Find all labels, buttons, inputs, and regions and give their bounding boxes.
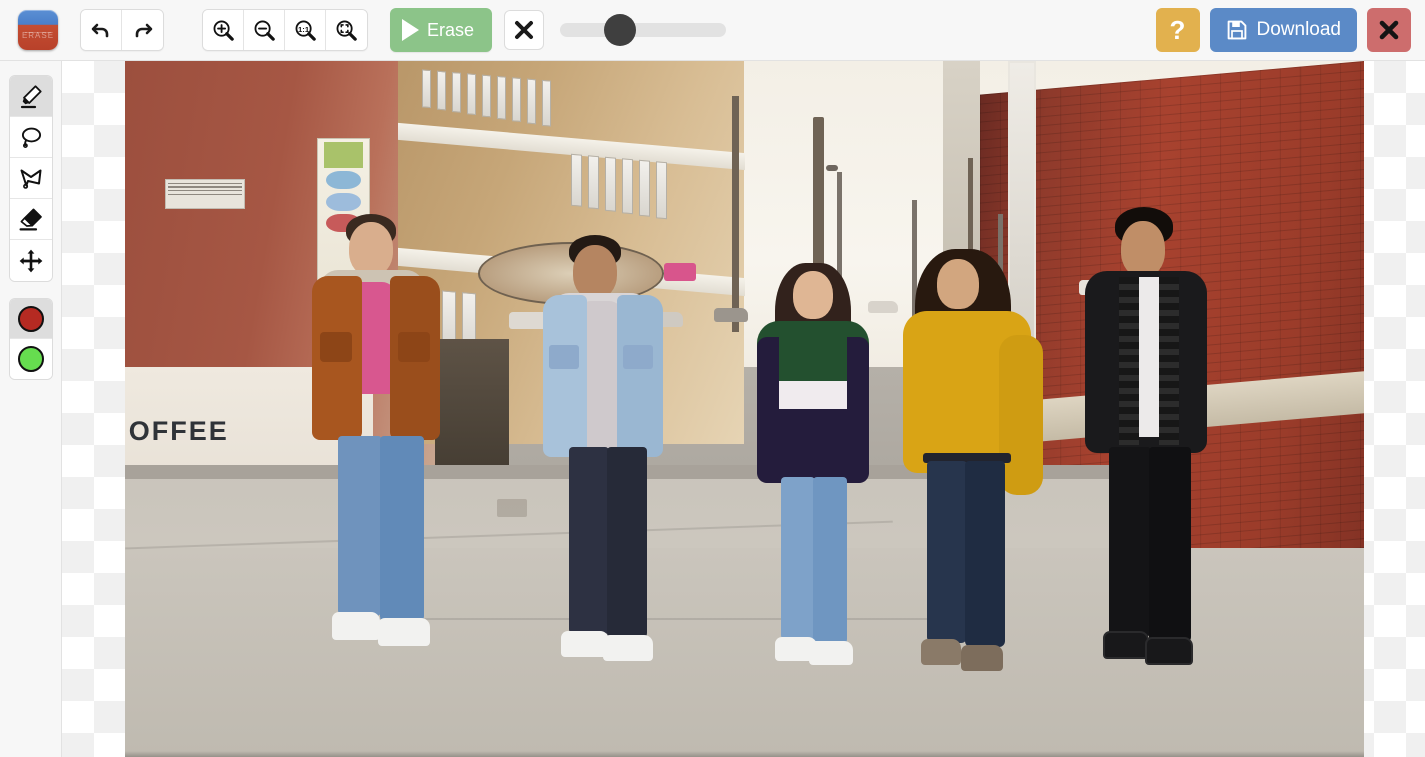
coffee-wall-sign: OFFEE <box>128 415 229 446</box>
close-icon <box>1379 20 1399 40</box>
tool-eraser[interactable] <box>9 199 52 240</box>
red-circle-icon <box>17 305 44 332</box>
zoom-actual-size-button[interactable]: 1:1 <box>285 10 326 50</box>
redo-button[interactable] <box>122 10 163 50</box>
zoom-in-button[interactable] <box>203 10 244 50</box>
erase-button[interactable]: Erase <box>390 8 493 52</box>
eraser-app-logo: ERASE <box>18 10 58 50</box>
download-button-label: Download <box>1256 19 1342 40</box>
person-1 <box>286 214 476 757</box>
swatch-remove-red[interactable] <box>9 299 52 339</box>
image-canvas[interactable]: OFFEE <box>62 61 1425 757</box>
undo-icon <box>91 23 109 38</box>
tree-trunk-2 <box>732 95 740 333</box>
zoom-one-to-one-icon: 1:1 <box>295 20 316 41</box>
download-button[interactable]: Download <box>1209 8 1357 52</box>
zoom-in-icon <box>213 20 234 41</box>
zoom-out-button[interactable] <box>244 10 285 50</box>
swatch-keep-green[interactable] <box>9 339 52 379</box>
save-floppy-icon <box>1227 20 1246 40</box>
person-4 <box>893 248 1053 757</box>
brush-size-slider[interactable] <box>560 8 727 52</box>
street-lamp-1 <box>826 165 839 172</box>
tool-stack <box>8 75 53 282</box>
play-icon <box>402 19 419 41</box>
help-button-label: ? <box>1169 14 1186 45</box>
green-circle-icon <box>17 346 44 372</box>
window-row-mid <box>571 154 668 220</box>
lasso-icon <box>21 127 41 149</box>
tool-sidebar <box>0 61 62 757</box>
cancel-button[interactable] <box>504 10 545 50</box>
history-button-group <box>80 9 164 51</box>
move-icon <box>19 249 42 272</box>
toolbar-header: ERASE 1:1 Erase ? Download <box>0 0 1425 61</box>
zoom-fit-icon <box>336 20 357 41</box>
x-icon <box>515 21 534 39</box>
photo-bottom-shadow <box>125 751 1364 757</box>
wall-vent <box>164 179 246 209</box>
zoom-button-group: 1:1 <box>202 9 368 51</box>
slider-thumb[interactable] <box>604 14 637 46</box>
slider-track <box>560 23 727 37</box>
person-2 <box>521 235 701 757</box>
tool-marker[interactable] <box>9 76 52 117</box>
tool-lasso[interactable] <box>9 117 52 158</box>
tool-move[interactable] <box>9 240 52 281</box>
color-swatch-stack <box>8 298 53 380</box>
tool-polygon-lasso[interactable] <box>9 158 52 199</box>
zoom-out-icon <box>254 20 275 41</box>
logo-label: ERASE <box>21 30 55 40</box>
eraser-icon <box>19 208 42 231</box>
erase-button-label: Erase <box>427 19 475 40</box>
close-button[interactable] <box>1367 8 1411 52</box>
zoom-fit-button[interactable] <box>326 10 367 50</box>
redo-icon <box>135 23 152 38</box>
parked-car-4 <box>713 308 748 323</box>
photo-layer[interactable]: OFFEE <box>125 61 1364 757</box>
header-actions: ? Download <box>1155 8 1425 52</box>
polygon-lasso-icon <box>20 169 41 189</box>
marker-icon <box>20 85 42 109</box>
app-window: ERASE 1:1 Erase ? Download OFFEE <box>0 0 1425 757</box>
person-3 <box>745 262 885 757</box>
undo-button[interactable] <box>81 10 122 50</box>
help-button[interactable]: ? <box>1155 8 1200 52</box>
person-5 <box>1067 207 1242 757</box>
